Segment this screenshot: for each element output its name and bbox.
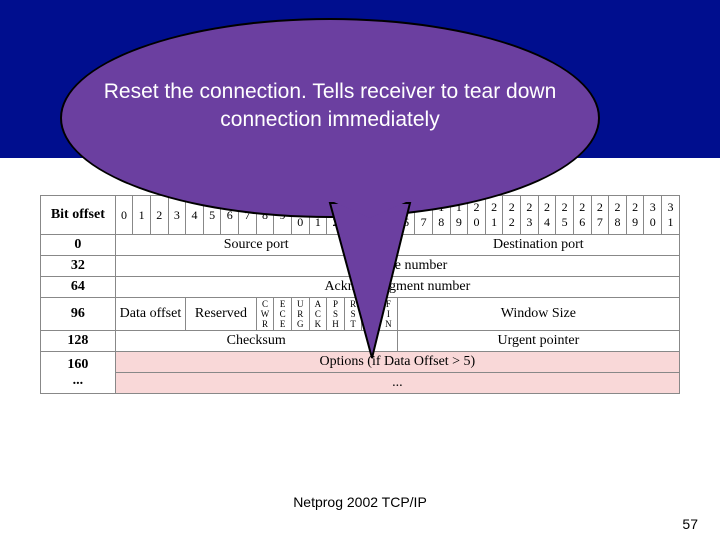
bit-col: 3 1 [662,196,680,235]
bit-col: 2 8 [609,196,627,235]
callout-text: Reset the connection. Tells receiver to … [90,78,570,134]
row-label: 32 [41,256,116,277]
page-number: 57 [682,516,698,532]
bit-col: 3 0 [644,196,662,235]
row-label: 64 [41,277,116,298]
bit-col: 2 9 [626,196,644,235]
footer-text: Netprog 2002 TCP/IP [0,494,720,510]
options-dots: ... [115,373,679,394]
row-label: 160 ... [41,352,116,394]
flag-ece: E C E [274,298,292,331]
row-label: 128 [41,331,116,352]
callout-tail [310,188,450,368]
flag-urg: U R G [291,298,309,331]
flag-cwr: C W R [256,298,274,331]
slide: Bit offset 0 1 2 3 4 5 6 7 8 9 1 0 1 1 1… [0,0,720,540]
callout: Reset the connection. Tells receiver to … [60,18,600,218]
row-160b: ... [41,373,680,394]
data-offset: Data offset [115,298,186,331]
row-label: 96 [41,298,116,331]
row-label: 0 [41,235,116,256]
reserved: Reserved [186,298,257,331]
